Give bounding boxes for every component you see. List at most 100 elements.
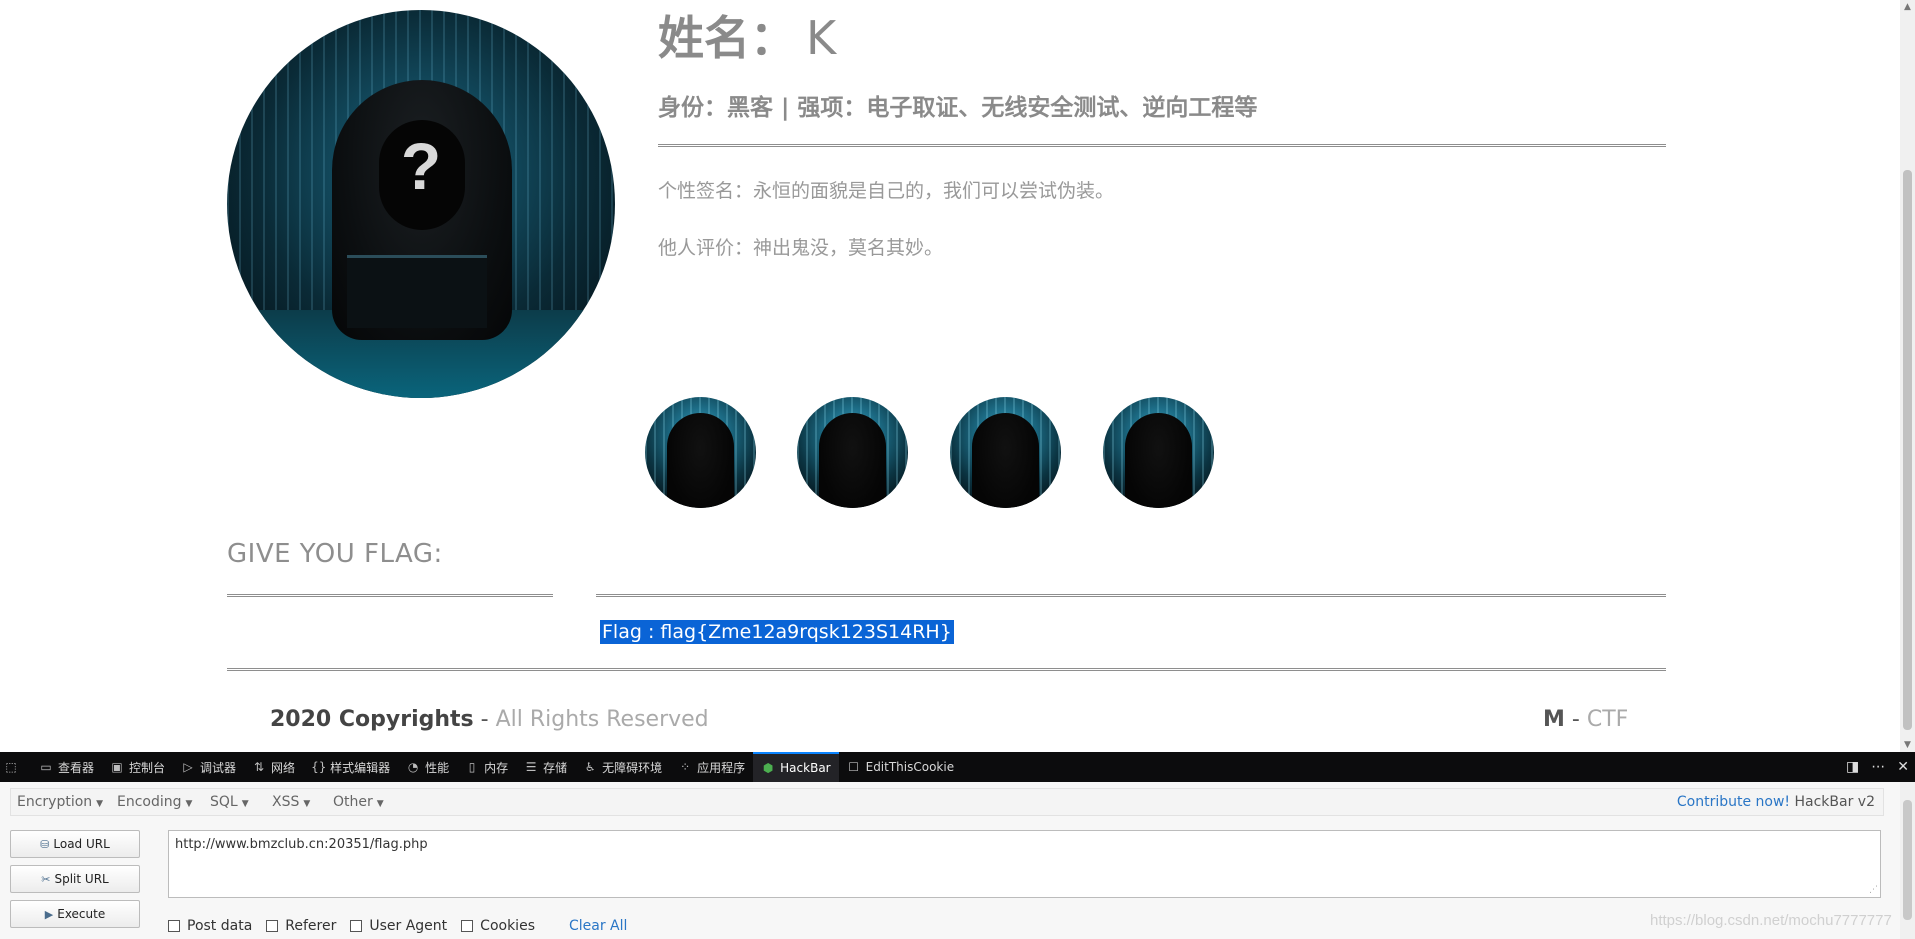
hacker-thumbnail	[645, 397, 756, 508]
cookies-option[interactable]: Cookies	[461, 918, 535, 934]
menu-xss[interactable]: XSS ▼	[272, 794, 310, 810]
url-textarea[interactable]: http://www.bmzclub.cn:20351/flag.php ⋰	[168, 830, 1881, 898]
hackbar-scrollbar[interactable]	[1900, 782, 1915, 939]
page-scrollbar[interactable]: ▲ ▼	[1900, 0, 1915, 752]
devtools-controls: ◨ ⋯ ✕	[1846, 752, 1909, 782]
hacker-thumbnail	[1103, 397, 1214, 508]
referer-option[interactable]: Referer	[266, 918, 336, 934]
element-picker-button[interactable]: ⬚	[0, 752, 31, 782]
menu-sql[interactable]: SQL ▼	[210, 794, 249, 810]
scroll-down-icon[interactable]: ▼	[1900, 738, 1915, 752]
tab-inspector[interactable]: ▭ 查看器	[31, 752, 102, 782]
menu-label: Encryption	[17, 794, 93, 810]
tab-accessibility[interactable]: ♿ 无障碍环境	[575, 752, 670, 782]
flag-heading: GIVE YOU FLAG:	[227, 539, 443, 569]
divider	[596, 594, 1666, 597]
accessibility-icon: ♿	[584, 760, 596, 774]
button-label: Execute	[57, 907, 106, 921]
dock-side-icon[interactable]: ◨	[1846, 759, 1859, 775]
tab-label: 性能	[425, 760, 450, 775]
chevron-down-icon: ▼	[376, 799, 384, 809]
option-label: Referer	[285, 918, 337, 934]
load-url-button[interactable]: ⛁ Load URL	[10, 830, 140, 858]
divider	[227, 668, 1666, 671]
footer-separator: -	[1564, 707, 1587, 732]
footer-copyright: 2020 Copyrights - All Rights Reserved	[270, 707, 709, 732]
profile-name: 姓名： K	[658, 2, 836, 68]
contribute-link[interactable]: Contribute now!	[1677, 794, 1790, 810]
menu-encryption[interactable]: Encryption ▼	[17, 794, 103, 810]
more-options-icon[interactable]: ⋯	[1871, 759, 1885, 775]
chevron-down-icon: ▼	[241, 799, 249, 809]
divider	[227, 594, 553, 597]
menu-label: Encoding	[117, 794, 182, 810]
post-data-option[interactable]: Post data	[168, 918, 252, 934]
menu-other[interactable]: Other ▼	[333, 794, 384, 810]
name-label: 姓名：	[658, 11, 796, 65]
name-value: K	[806, 11, 837, 65]
tab-label: 查看器	[58, 760, 95, 775]
tab-label: 无障碍环境	[602, 760, 663, 775]
profile-role: 身份：黑客 | 强项：电子取证、无线安全测试、逆向工程等	[658, 95, 1258, 121]
scrollbar-thumb[interactable]	[1903, 800, 1912, 920]
user-agent-option[interactable]: User Agent	[350, 918, 447, 934]
cookie-icon: ☐	[848, 760, 859, 774]
menu-label: Other	[333, 794, 373, 810]
console-icon: ▣	[111, 760, 123, 774]
chevron-down-icon: ▼	[303, 799, 311, 809]
application-icon: ⁘	[680, 760, 691, 774]
option-label: User Agent	[369, 918, 448, 934]
tab-style-editor[interactable]: {} 样式编辑器	[303, 752, 398, 782]
tab-memory[interactable]: ▯ 内存	[457, 752, 516, 782]
tab-network[interactable]: ⇅ 网络	[244, 752, 303, 782]
tab-application[interactable]: ⁘ 应用程序	[670, 752, 753, 782]
hackbar-options: Post data Referer User Agent Cookies Cle…	[168, 916, 627, 936]
clear-all-link[interactable]: Clear All	[569, 918, 627, 934]
scissors-icon: ✂	[41, 872, 51, 886]
page-content: ? 姓名： K 身份：黑客 | 强项：电子取证、无线安全测试、逆向工程等 个性签名…	[0, 0, 1900, 752]
hackbar-contribute: Contribute now! HackBar v2	[1677, 794, 1875, 810]
memory-icon: ▯	[468, 760, 476, 774]
hackbar-version: HackBar v2	[1794, 794, 1876, 810]
tab-label: 内存	[484, 760, 509, 775]
option-label: Post data	[187, 918, 253, 934]
tab-storage[interactable]: ☰ 存储	[516, 752, 575, 782]
footer-brand: M - CTF	[1543, 707, 1628, 732]
profile-evaluation: 他人评价：神出鬼没，莫名其妙。	[658, 237, 944, 259]
checkbox[interactable]	[461, 920, 474, 932]
tab-console[interactable]: ▣ 控制台	[102, 752, 173, 782]
tab-hackbar[interactable]: ⬢ HackBar	[753, 752, 839, 782]
brand-letter: M	[1543, 707, 1565, 732]
close-icon[interactable]: ✕	[1897, 759, 1909, 775]
scrollbar-thumb[interactable]	[1903, 170, 1912, 730]
copyright-year: 2020 Copyrights	[270, 707, 474, 732]
checkbox[interactable]	[266, 920, 279, 932]
style-editor-icon: {}	[311, 760, 327, 774]
rights-reserved: All Rights Reserved	[495, 707, 709, 732]
tab-debugger[interactable]: ▷ 调试器	[173, 752, 244, 782]
tab-performance[interactable]: ◔ 性能	[398, 752, 457, 782]
hacker-avatar-image: ?	[227, 10, 615, 398]
menu-encoding[interactable]: Encoding ▼	[117, 794, 192, 810]
element-picker-icon: ⬚	[5, 760, 17, 774]
flag-text[interactable]: Flag : flag{Zme12a9rqsk123S14RH}	[600, 620, 954, 644]
hacker-thumbnail	[950, 397, 1061, 508]
tab-label: 网络	[271, 760, 296, 775]
split-url-button[interactable]: ✂ Split URL	[10, 865, 140, 893]
profile-signature: 个性签名：永恒的面貌是自己的，我们可以尝试伪装。	[658, 180, 1115, 202]
tab-label: 控制台	[129, 760, 166, 775]
button-label: Load URL	[53, 837, 110, 851]
checkbox[interactable]	[350, 920, 363, 932]
tab-editthiscookie[interactable]: ☐ EditThisCookie	[839, 752, 963, 782]
scroll-up-icon[interactable]: ▲	[1900, 0, 1915, 14]
hackbar-icon: ⬢	[762, 761, 774, 775]
chevron-down-icon: ▼	[185, 799, 193, 809]
checkbox[interactable]	[168, 920, 180, 932]
tab-label: 调试器	[200, 760, 237, 775]
menu-label: XSS	[272, 794, 300, 810]
network-icon: ⇅	[254, 760, 265, 774]
button-label: Split URL	[54, 872, 109, 886]
chevron-down-icon: ▼	[96, 799, 104, 809]
resize-grip-icon[interactable]: ⋰	[1869, 885, 1878, 895]
execute-button[interactable]: ▶ Execute	[10, 900, 140, 928]
